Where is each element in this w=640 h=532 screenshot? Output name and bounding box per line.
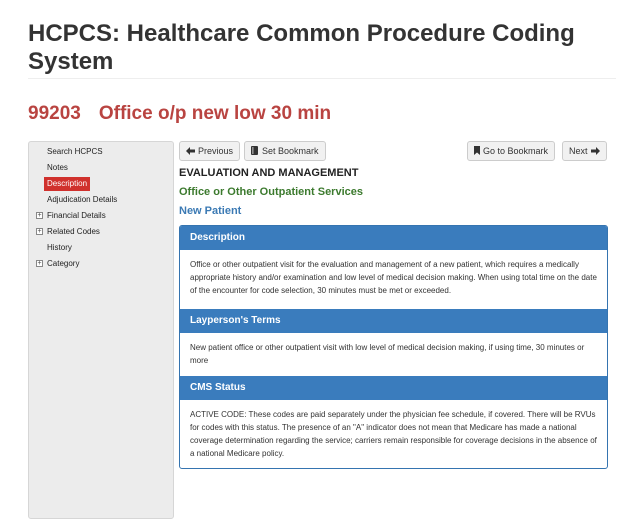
sidebar-item-label: Financial Details (47, 211, 106, 220)
expand-plus-icon[interactable]: + (36, 228, 43, 235)
category-level-1: EVALUATION AND MANAGEMENT (179, 167, 359, 179)
cms-status-panel-body: ACTIVE CODE: These codes are paid separa… (190, 410, 597, 458)
sidebar-item-label: Adjudication Details (47, 195, 118, 204)
category-level-2: Office or Other Outpatient Services (179, 186, 363, 198)
sidebar-item-adjudication-details[interactable]: Adjudication Details (29, 192, 173, 208)
next-button[interactable]: Next (562, 141, 607, 161)
sidebar-item-label: Category (47, 259, 80, 268)
sidebar-item-label-active: Description (44, 177, 91, 191)
arrow-right-icon (590, 143, 600, 161)
sidebar-item-category[interactable]: + Category (29, 256, 173, 272)
sidebar-item-label: Related Codes (47, 227, 100, 236)
sidebar: Search HCPCS Notes Description Adjudicat… (28, 141, 174, 519)
set-bookmark-button[interactable]: Set Bookmark (244, 141, 326, 161)
layperson-panel-header: Layperson's Terms (180, 309, 607, 333)
book-icon (251, 143, 259, 161)
sidebar-item-label: History (47, 243, 72, 252)
layperson-panel-body: New patient office or other outpatient v… (190, 343, 585, 365)
expand-plus-icon[interactable]: + (36, 212, 43, 219)
go-to-bookmark-button[interactable]: Go to Bookmark (467, 141, 556, 161)
cms-status-panel-header: CMS Status (180, 376, 607, 400)
title-divider (28, 78, 616, 79)
sidebar-item-description[interactable]: Description (29, 176, 173, 192)
go-to-bookmark-label: Go to Bookmark (483, 146, 549, 156)
description-panel-header: Description (180, 226, 607, 250)
code-short-description: Office o/p new low 30 min (98, 103, 332, 124)
expand-plus-icon[interactable]: + (36, 260, 43, 267)
code-number: 99203 (28, 103, 81, 124)
sidebar-item-search-hcpcs[interactable]: Search HCPCS (29, 144, 173, 160)
category-level-3: New Patient (179, 205, 242, 217)
sidebar-item-notes[interactable]: Notes (29, 160, 173, 176)
previous-button[interactable]: Previous (179, 141, 241, 161)
sidebar-item-related-codes[interactable]: + Related Codes (29, 224, 173, 240)
sidebar-item-label: Search HCPCS (47, 147, 103, 156)
sidebar-item-financial-details[interactable]: + Financial Details (29, 208, 173, 224)
arrow-left-icon (186, 143, 195, 161)
code-heading: 99203 Office o/p new low 30 min (28, 103, 331, 125)
sidebar-item-history[interactable]: History (29, 240, 173, 256)
bookmark-icon (474, 143, 480, 161)
set-bookmark-label: Set Bookmark (262, 146, 319, 156)
description-panel-body: Office or other outpatient visit for the… (190, 260, 597, 295)
info-panels: Description Office or other outpatient v… (179, 225, 608, 469)
page-title: HCPCS: Healthcare Common Procedure Codin… (28, 20, 575, 75)
previous-button-label: Previous (198, 146, 234, 156)
sidebar-item-label: Notes (47, 163, 68, 172)
next-button-label: Next (569, 146, 588, 156)
